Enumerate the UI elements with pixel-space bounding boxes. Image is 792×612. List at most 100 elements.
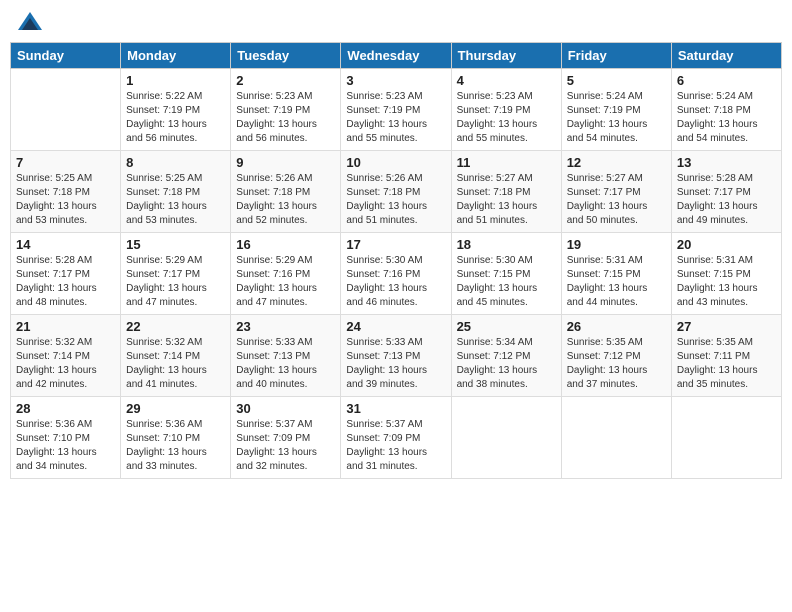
- day-number: 16: [236, 237, 335, 252]
- day-number: 13: [677, 155, 776, 170]
- logo-icon: [16, 10, 44, 34]
- day-cell: [451, 397, 561, 479]
- day-info: Sunrise: 5:35 AM Sunset: 7:11 PM Dayligh…: [677, 336, 776, 392]
- day-cell: 27Sunrise: 5:35 AM Sunset: 7:11 PM Dayli…: [671, 315, 781, 397]
- day-info: Sunrise: 5:32 AM Sunset: 7:14 PM Dayligh…: [126, 336, 225, 392]
- day-info: Sunrise: 5:25 AM Sunset: 7:18 PM Dayligh…: [126, 172, 225, 228]
- day-info: Sunrise: 5:30 AM Sunset: 7:15 PM Dayligh…: [457, 254, 556, 310]
- day-cell: 12 Sunrise: 5:27 AM Sunset: 7:17 PM Dayli…: [561, 151, 671, 233]
- weekday-sunday: Sunday: [11, 43, 121, 69]
- weekday-saturday: Saturday: [671, 43, 781, 69]
- page-header: [10, 10, 782, 34]
- day-cell: [671, 397, 781, 479]
- day-cell: 17 Sunrise: 5:30 AM Sunset: 7:16 PM Dayli…: [341, 233, 451, 315]
- day-number: 1: [126, 73, 225, 88]
- day-cell: 9Sunrise: 5:26 AM Sunset: 7:18 PM Daylig…: [231, 151, 341, 233]
- day-cell: 7Sunrise: 5:25 AM Sunset: 7:18 PM Daylig…: [11, 151, 121, 233]
- weekday-thursday: Thursday: [451, 43, 561, 69]
- day-cell: 18 Sunrise: 5:30 AM Sunset: 7:15 PM Dayli…: [451, 233, 561, 315]
- day-cell: 22Sunrise: 5:32 AM Sunset: 7:14 PM Dayli…: [121, 315, 231, 397]
- day-cell: 4 Sunrise: 5:23 AM Sunset: 7:19 PM Daylig…: [451, 69, 561, 151]
- day-cell: 29 Sunrise: 5:36 AM Sunset: 7:10 PM Dayli…: [121, 397, 231, 479]
- day-cell: 6 Sunrise: 5:24 AM Sunset: 7:18 PM Daylig…: [671, 69, 781, 151]
- day-info: Sunrise: 5:27 AM Sunset: 7:17 PM Dayligh…: [567, 172, 666, 228]
- day-info: Sunrise: 5:31 AM Sunset: 7:15 PM Dayligh…: [677, 254, 776, 310]
- day-cell: 14Sunrise: 5:28 AM Sunset: 7:17 PM Dayli…: [11, 233, 121, 315]
- day-number: 8: [126, 155, 225, 170]
- day-number: 12: [567, 155, 666, 170]
- day-info: Sunrise: 5:22 AM Sunset: 7:19 PM Dayligh…: [126, 90, 225, 146]
- day-info: Sunrise: 5:35 AM Sunset: 7:12 PM Dayligh…: [567, 336, 666, 392]
- day-cell: 30Sunrise: 5:37 AM Sunset: 7:09 PM Dayli…: [231, 397, 341, 479]
- day-number: 28: [16, 401, 115, 416]
- day-number: 2: [236, 73, 335, 88]
- day-info: Sunrise: 5:24 AM Sunset: 7:19 PM Dayligh…: [567, 90, 666, 146]
- day-number: 10: [346, 155, 445, 170]
- day-cell: 5Sunrise: 5:24 AM Sunset: 7:19 PM Daylig…: [561, 69, 671, 151]
- day-cell: 25 Sunrise: 5:34 AM Sunset: 7:12 PM Dayli…: [451, 315, 561, 397]
- day-number: 29: [126, 401, 225, 416]
- week-row-5: 28 Sunrise: 5:36 AM Sunset: 7:10 PM Dayli…: [11, 397, 782, 479]
- day-cell: 23Sunrise: 5:33 AM Sunset: 7:13 PM Dayli…: [231, 315, 341, 397]
- weekday-friday: Friday: [561, 43, 671, 69]
- week-row-4: 21 Sunrise: 5:32 AM Sunset: 7:14 PM Dayli…: [11, 315, 782, 397]
- day-number: 21: [16, 319, 115, 334]
- day-info: Sunrise: 5:24 AM Sunset: 7:18 PM Dayligh…: [677, 90, 776, 146]
- day-info: Sunrise: 5:29 AM Sunset: 7:16 PM Dayligh…: [236, 254, 335, 310]
- day-cell: 2 Sunrise: 5:23 AM Sunset: 7:19 PM Daylig…: [231, 69, 341, 151]
- day-number: 3: [346, 73, 445, 88]
- day-number: 30: [236, 401, 335, 416]
- day-info: Sunrise: 5:30 AM Sunset: 7:16 PM Dayligh…: [346, 254, 445, 310]
- day-info: Sunrise: 5:33 AM Sunset: 7:13 PM Dayligh…: [346, 336, 445, 392]
- day-number: 6: [677, 73, 776, 88]
- week-row-3: 14Sunrise: 5:28 AM Sunset: 7:17 PM Dayli…: [11, 233, 782, 315]
- day-cell: 31 Sunrise: 5:37 AM Sunset: 7:09 PM Dayli…: [341, 397, 451, 479]
- day-number: 20: [677, 237, 776, 252]
- day-cell: 28 Sunrise: 5:36 AM Sunset: 7:10 PM Dayli…: [11, 397, 121, 479]
- day-number: 23: [236, 319, 335, 334]
- day-info: Sunrise: 5:37 AM Sunset: 7:09 PM Dayligh…: [346, 418, 445, 474]
- day-cell: [11, 69, 121, 151]
- day-info: Sunrise: 5:36 AM Sunset: 7:10 PM Dayligh…: [126, 418, 225, 474]
- day-info: Sunrise: 5:36 AM Sunset: 7:10 PM Dayligh…: [16, 418, 115, 474]
- day-cell: 3 Sunrise: 5:23 AM Sunset: 7:19 PM Daylig…: [341, 69, 451, 151]
- weekday-wednesday: Wednesday: [341, 43, 451, 69]
- day-cell: 26 Sunrise: 5:35 AM Sunset: 7:12 PM Dayli…: [561, 315, 671, 397]
- day-number: 15: [126, 237, 225, 252]
- day-number: 18: [457, 237, 556, 252]
- day-info: Sunrise: 5:25 AM Sunset: 7:18 PM Dayligh…: [16, 172, 115, 228]
- day-number: 14: [16, 237, 115, 252]
- week-row-2: 7Sunrise: 5:25 AM Sunset: 7:18 PM Daylig…: [11, 151, 782, 233]
- day-cell: 1 Sunrise: 5:22 AM Sunset: 7:19 PM Daylig…: [121, 69, 231, 151]
- day-info: Sunrise: 5:32 AM Sunset: 7:14 PM Dayligh…: [16, 336, 115, 392]
- week-row-1: 1 Sunrise: 5:22 AM Sunset: 7:19 PM Daylig…: [11, 69, 782, 151]
- day-number: 26: [567, 319, 666, 334]
- day-number: 25: [457, 319, 556, 334]
- day-info: Sunrise: 5:23 AM Sunset: 7:19 PM Dayligh…: [236, 90, 335, 146]
- day-info: Sunrise: 5:29 AM Sunset: 7:17 PM Dayligh…: [126, 254, 225, 310]
- day-number: 11: [457, 155, 556, 170]
- day-info: Sunrise: 5:26 AM Sunset: 7:18 PM Dayligh…: [236, 172, 335, 228]
- day-number: 31: [346, 401, 445, 416]
- logo: [14, 10, 44, 34]
- day-info: Sunrise: 5:23 AM Sunset: 7:19 PM Dayligh…: [457, 90, 556, 146]
- day-cell: 21 Sunrise: 5:32 AM Sunset: 7:14 PM Dayli…: [11, 315, 121, 397]
- day-number: 4: [457, 73, 556, 88]
- day-info: Sunrise: 5:23 AM Sunset: 7:19 PM Dayligh…: [346, 90, 445, 146]
- day-cell: 15 Sunrise: 5:29 AM Sunset: 7:17 PM Dayli…: [121, 233, 231, 315]
- day-cell: 24 Sunrise: 5:33 AM Sunset: 7:13 PM Dayli…: [341, 315, 451, 397]
- day-number: 24: [346, 319, 445, 334]
- day-info: Sunrise: 5:34 AM Sunset: 7:12 PM Dayligh…: [457, 336, 556, 392]
- day-cell: 20 Sunrise: 5:31 AM Sunset: 7:15 PM Dayli…: [671, 233, 781, 315]
- day-cell: 13 Sunrise: 5:28 AM Sunset: 7:17 PM Dayli…: [671, 151, 781, 233]
- day-cell: 10 Sunrise: 5:26 AM Sunset: 7:18 PM Dayli…: [341, 151, 451, 233]
- day-info: Sunrise: 5:31 AM Sunset: 7:15 PM Dayligh…: [567, 254, 666, 310]
- day-info: Sunrise: 5:26 AM Sunset: 7:18 PM Dayligh…: [346, 172, 445, 228]
- day-number: 17: [346, 237, 445, 252]
- day-cell: 11Sunrise: 5:27 AM Sunset: 7:18 PM Dayli…: [451, 151, 561, 233]
- day-cell: [561, 397, 671, 479]
- day-info: Sunrise: 5:28 AM Sunset: 7:17 PM Dayligh…: [677, 172, 776, 228]
- day-cell: 16 Sunrise: 5:29 AM Sunset: 7:16 PM Dayli…: [231, 233, 341, 315]
- weekday-tuesday: Tuesday: [231, 43, 341, 69]
- day-number: 19: [567, 237, 666, 252]
